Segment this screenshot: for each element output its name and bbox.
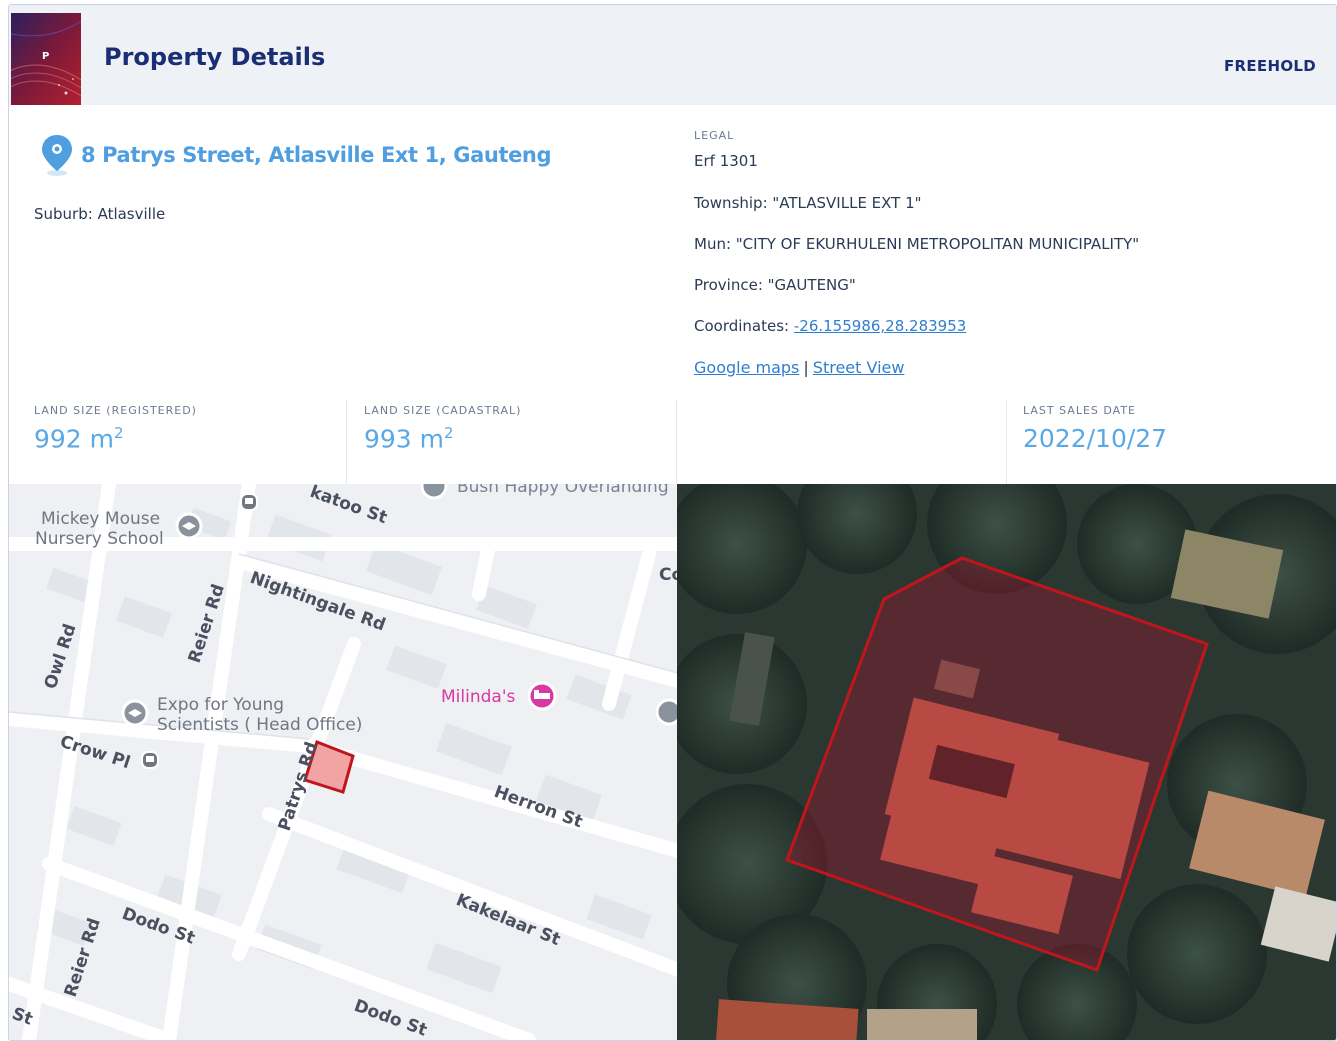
location-pin-icon [42,135,72,176]
stat-label: LAST SALES DATE [1023,404,1136,417]
map-links: Google maps | Street View [694,358,904,377]
satellite-graphic [677,484,1336,1040]
link-separator: | [803,358,809,377]
street-map[interactable]: katoo St Nightingale Rd Reier Rd Owl Rd … [9,484,677,1040]
lodging-icon [527,681,557,711]
poi-label-mickey-1: Mickey Mouse [41,509,160,529]
suburb-text: Suburb: Atlasville [34,205,166,223]
poi-label-mickey-2: Nursery School [35,529,164,549]
coordinates-link[interactable]: -26.155986,28.283953 [794,317,966,335]
street-map-graphic: katoo St Nightingale Rd Reier Rd Owl Rd … [9,484,677,1040]
poi-label-milinda: Milinda's [441,687,515,707]
property-address: 8 Patrys Street, Atlasville Ext 1, Gaute… [81,143,552,167]
poi-label-expo-1: Expo for Young [157,695,284,715]
page-title: Property Details [104,43,326,71]
stat-divider [676,400,677,484]
school-icon [655,698,677,726]
coordinates-label: Coordinates: [694,317,794,335]
school-icon [420,484,448,500]
bus-stop-icon [141,751,159,769]
street-view-link[interactable]: Street View [813,358,905,377]
logo-letter: P [42,51,50,62]
school-icon [121,699,149,727]
poi-label-expo-2: Scientists ( Head Office) [157,715,362,735]
stat-divider [346,400,347,484]
bus-stop-icon [240,493,258,511]
stat-label: LAND SIZE (REGISTERED) [34,404,197,417]
tenure-badge: FREEHOLD [1223,57,1316,75]
coordinates-row: Coordinates: -26.155986,28.283953 [694,317,966,335]
stat-value: 992 m2 [34,424,124,454]
stat-value: 2022/10/27 [1023,424,1168,453]
card-header: P Property Details FREEHOLD [9,5,1336,105]
poi-label-bush-happy: Bush Happy Overlanding [457,484,669,497]
stat-divider [1006,400,1007,484]
legal-label: LEGAL [694,129,735,142]
province: Province: "GAUTENG" [694,276,856,294]
stat-label: LAND SIZE (CADASTRAL) [364,404,522,417]
street-label-co-edge: Co [659,565,677,585]
app-logo: P [11,13,81,105]
property-card: P Property Details FREEHOLD 8 Patrys Str… [8,4,1337,1041]
school-icon [175,512,203,540]
erf-number: Erf 1301 [694,152,758,170]
google-maps-link[interactable]: Google maps [694,358,799,377]
stat-value: 993 m2 [364,424,454,454]
municipality: Mun: "CITY OF EKURHULENI METROPOLITAN MU… [694,235,1140,253]
township: Township: "ATLASVILLE EXT 1" [694,194,922,212]
satellite-view[interactable] [677,484,1336,1040]
